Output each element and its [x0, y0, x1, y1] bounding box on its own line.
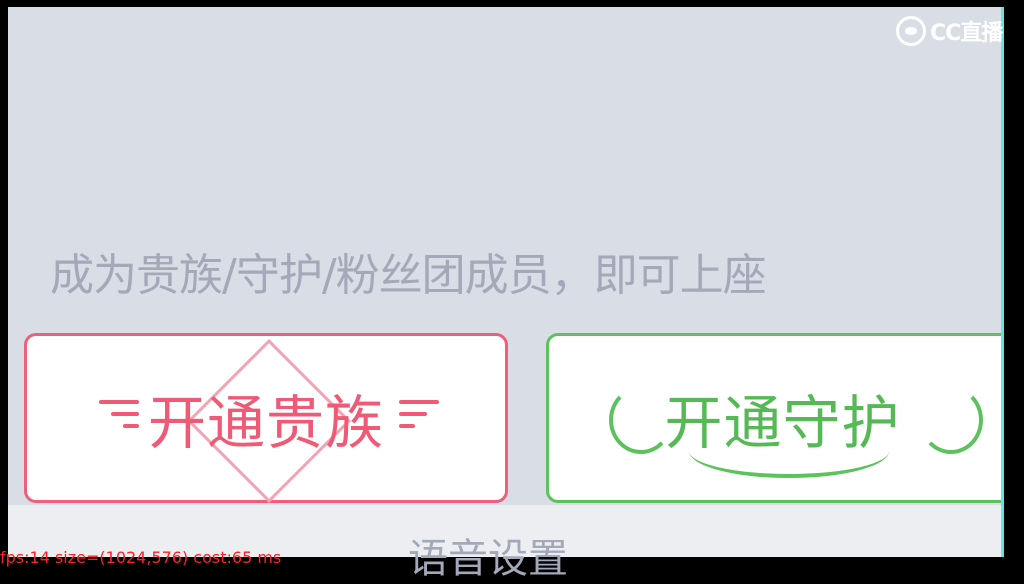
- right-ornament-line-short: [399, 424, 415, 428]
- left-wing-icon: [609, 386, 673, 454]
- open-noble-label: 开通贵族: [147, 389, 384, 457]
- logo-text: CC直播: [930, 21, 1003, 46]
- open-noble-button[interactable]: 开通贵族: [24, 333, 508, 504]
- voice-settings-label[interactable]: 语音设置: [408, 526, 568, 584]
- open-guard-label: 开通守护: [664, 389, 901, 457]
- cc-live-logo: CC直播: [896, 14, 1003, 48]
- left-ornament-icon: [99, 400, 139, 404]
- seat-hint-text: 成为贵族/守护/粉丝团成员，即可上座: [50, 250, 767, 301]
- left-ornament-line-short: [123, 424, 139, 428]
- app-frame: 成为贵族/守护/粉丝团成员，即可上座 开通贵族 开通守护: [8, 7, 1004, 557]
- debug-overlay: fps:14 size=(1024,576) cost:65 ms: [0, 548, 282, 567]
- right-ornament-icon: [399, 400, 439, 404]
- left-ornament-line: [111, 412, 139, 416]
- window-edge: [1001, 7, 1004, 557]
- right-wing-icon: [919, 386, 983, 454]
- open-guard-button[interactable]: 开通守护: [546, 333, 1004, 503]
- right-ornament-line: [399, 412, 427, 416]
- cc-logo-icon: [896, 16, 926, 46]
